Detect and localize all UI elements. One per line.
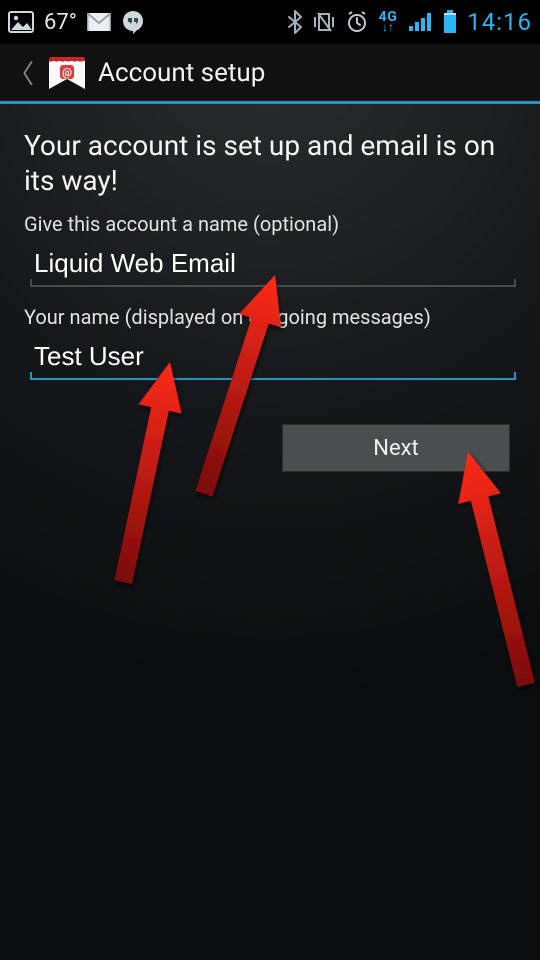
account-name-input[interactable] xyxy=(30,242,516,287)
annotation-arrow-3 xyxy=(447,447,540,691)
button-row: Next xyxy=(24,424,516,472)
network-label-bottom: ↓↑ xyxy=(382,23,394,33)
next-button[interactable]: Next xyxy=(282,424,510,472)
title-bar: 〈 @ Account setup xyxy=(0,44,540,104)
your-name-label: Your name (displayed on outgoing message… xyxy=(24,305,516,329)
your-name-input[interactable] xyxy=(30,335,516,380)
svg-text:@: @ xyxy=(62,66,72,79)
picture-icon xyxy=(8,11,34,33)
account-name-input-wrap xyxy=(24,242,516,287)
network-4g-indicator: 4G ↓↑ xyxy=(379,12,398,33)
status-left-group: 67° xyxy=(8,10,145,35)
status-right-group: 4G ↓↑ 14:16 xyxy=(287,8,532,36)
account-name-label: Give this account a name (optional) xyxy=(24,212,516,236)
alarm-icon xyxy=(345,10,369,34)
clock-text: 14:16 xyxy=(467,8,532,36)
temperature-text: 67° xyxy=(44,10,77,35)
battery-icon xyxy=(443,10,457,34)
vibrate-icon xyxy=(313,11,335,33)
content-area: Your account is set up and email is on i… xyxy=(0,104,540,472)
page-title: Account setup xyxy=(98,58,265,88)
your-name-input-wrap xyxy=(24,335,516,380)
email-app-icon[interactable]: @ xyxy=(46,53,88,93)
headline-text: Your account is set up and email is on i… xyxy=(24,128,516,198)
bluetooth-icon xyxy=(287,10,303,34)
hangouts-icon xyxy=(121,10,145,34)
back-caret-icon[interactable]: 〈 xyxy=(6,54,36,91)
next-button-label: Next xyxy=(373,436,418,461)
status-bar: 67° 4G ↓↑ 14:16 xyxy=(0,0,540,44)
signal-icon xyxy=(407,11,433,33)
gmail-icon xyxy=(87,13,111,31)
